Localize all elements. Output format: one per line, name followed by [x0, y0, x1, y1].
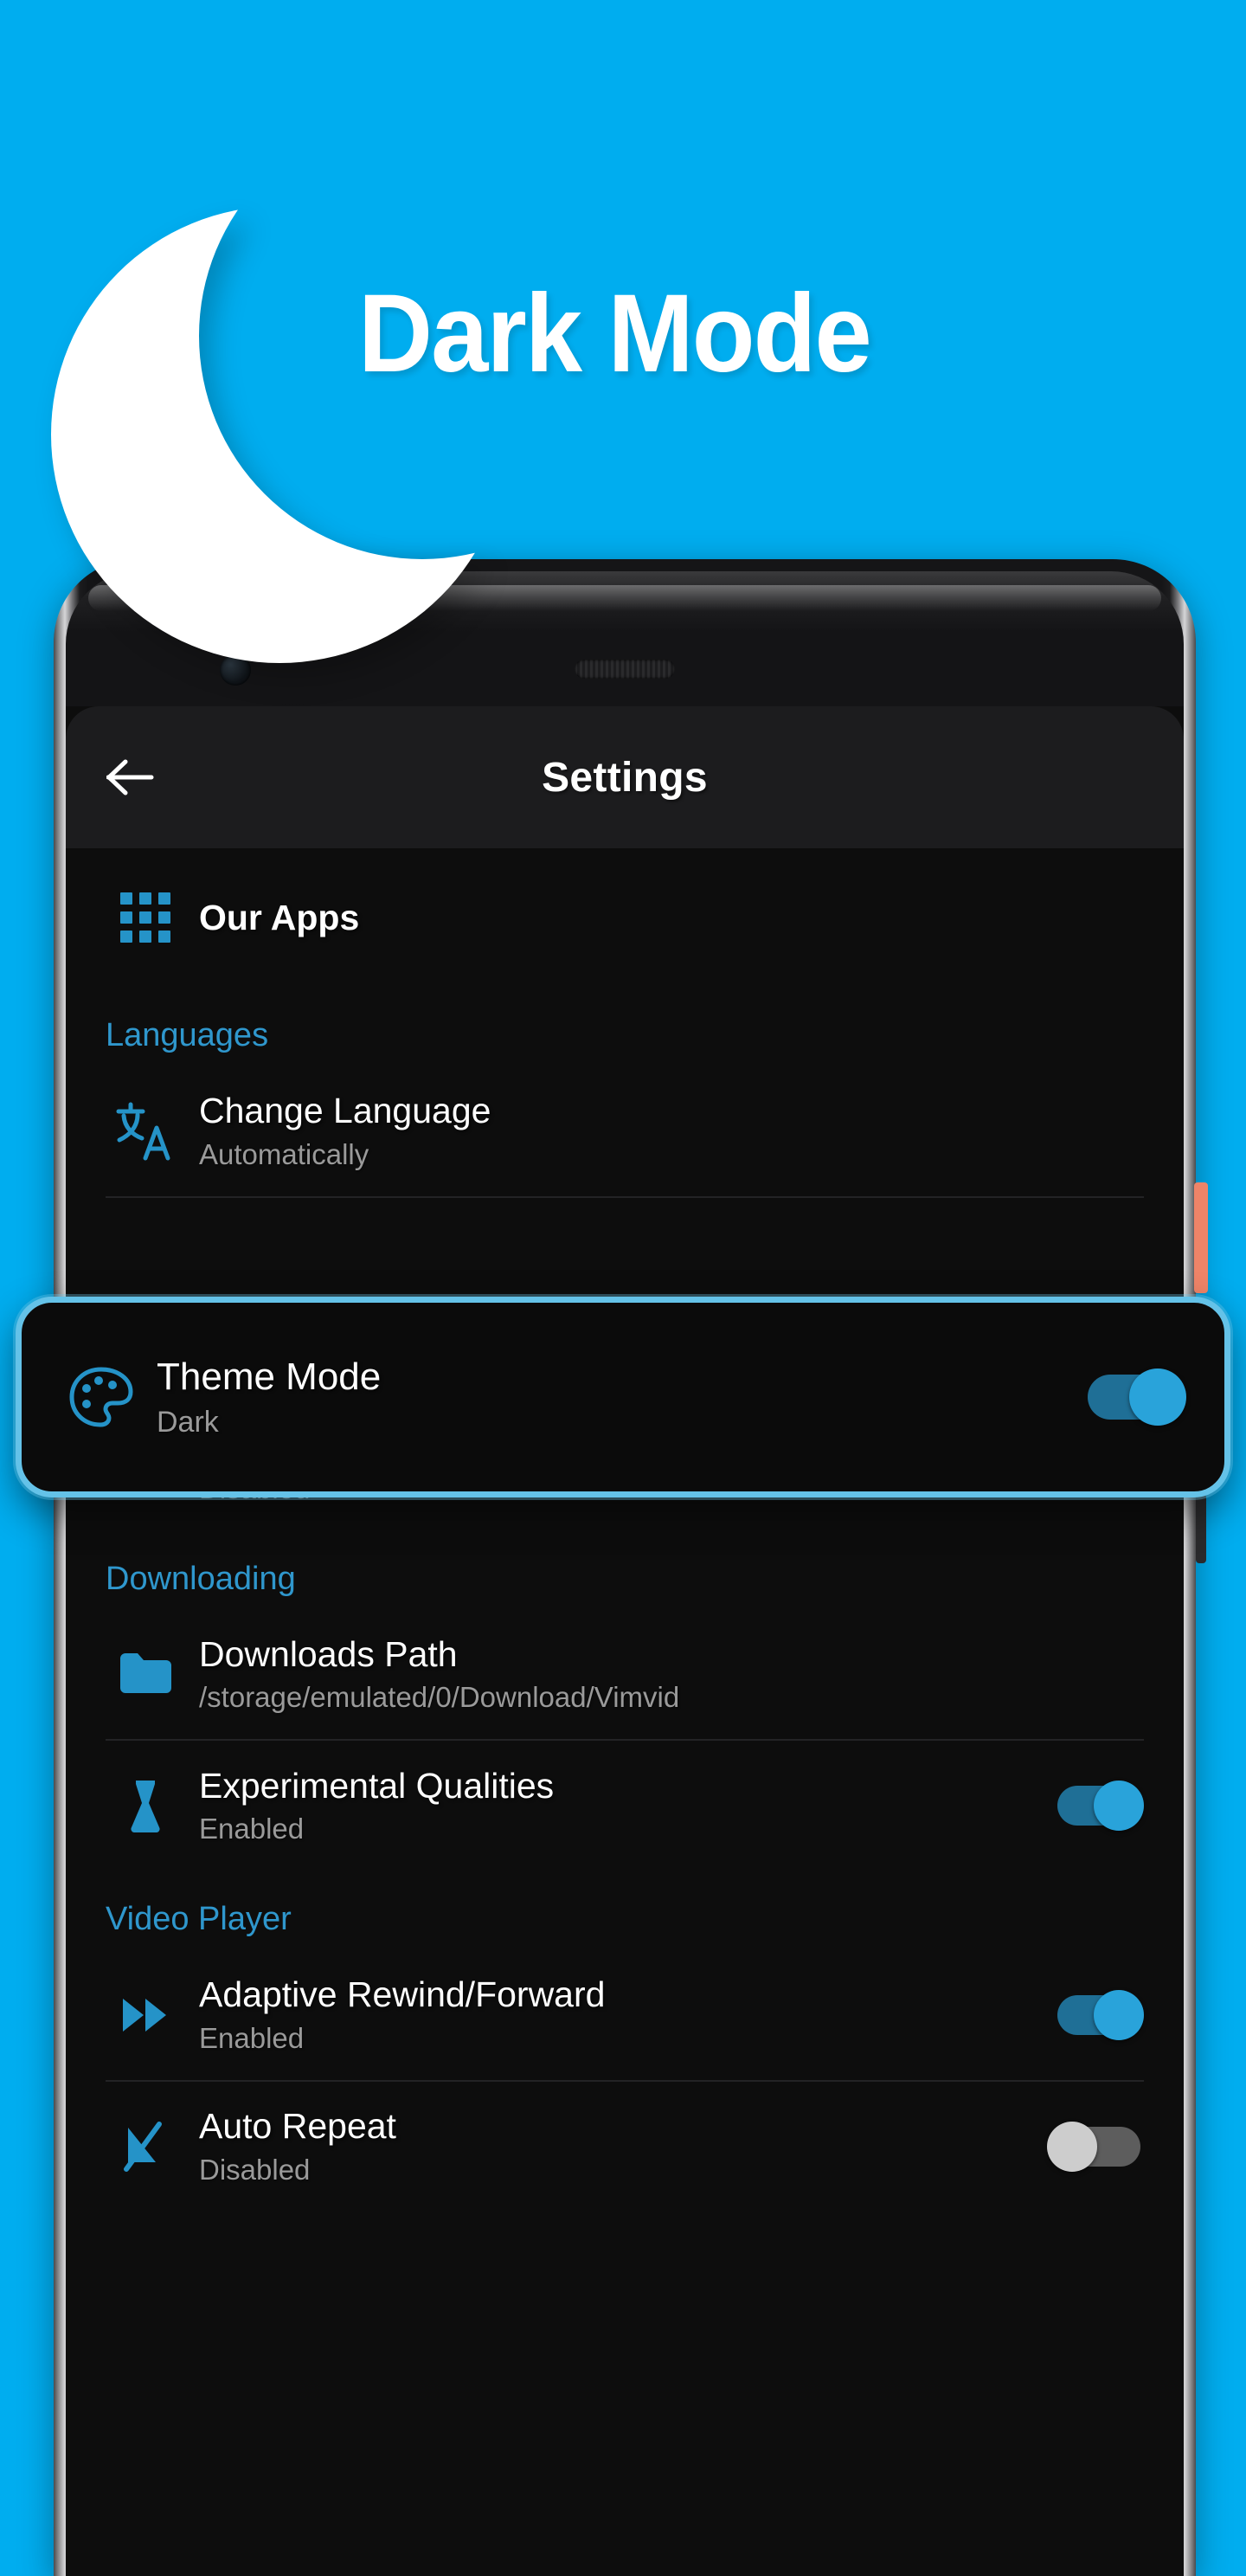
app-bar: Settings	[66, 706, 1184, 848]
toggle-theme-mode[interactable]	[1076, 1368, 1186, 1426]
toggle-adaptive-rewind[interactable]	[1047, 1989, 1144, 2040]
settings-row-experimental-qualities[interactable]: Experimental Qualities Enabled	[66, 1741, 1184, 1871]
section-header-languages: Languages	[106, 1017, 269, 1053]
settings-list: Our Apps Languages Change Language Autom…	[66, 848, 1184, 2212]
card-subtitle: Dark	[157, 1405, 219, 1439]
settings-row-change-language[interactable]: Change Language Automatically	[66, 1066, 1184, 1196]
volume-button[interactable]	[1196, 1494, 1206, 1563]
power-button[interactable]	[1194, 1182, 1208, 1293]
phone-mockup: Settings Our Apps Languages Change Langu…	[54, 559, 1208, 2576]
fast-forward-icon	[106, 1993, 185, 2037]
row-title: Downloads Path	[199, 1633, 458, 1674]
earpiece-speaker	[575, 660, 675, 679]
app-screen: Settings Our Apps Languages Change Langu…	[66, 706, 1184, 2576]
toggle-experimental-qualities[interactable]	[1047, 1781, 1144, 1832]
card-title: Theme Mode	[157, 1356, 382, 1399]
row-subtitle: Enabled	[199, 1813, 305, 1845]
section-header-downloading: Downloading	[106, 1560, 296, 1597]
row-subtitle: Enabled	[199, 2021, 305, 2054]
row-title: Experimental Qualities	[199, 1765, 555, 1806]
flask-icon	[106, 1775, 185, 1836]
apps-grid-icon	[106, 892, 185, 943]
app-bar-title: Settings	[542, 754, 708, 801]
row-title: Our Apps	[199, 897, 360, 937]
phone-screen-bezel: Settings Our Apps Languages Change Langu…	[66, 571, 1184, 2576]
translate-icon	[106, 1099, 185, 1163]
row-subtitle: Disabled	[199, 2153, 311, 2186]
row-title: Auto Repeat	[199, 2106, 396, 2147]
settings-row-downloads-path[interactable]: Downloads Path /storage/emulated/0/Downl…	[66, 1609, 1184, 1739]
settings-row-auto-repeat[interactable]: Auto Repeat Disabled	[66, 2082, 1184, 2212]
settings-row-our-apps[interactable]: Our Apps	[66, 848, 1184, 987]
repeat-slash-icon	[106, 2119, 185, 2174]
row-subtitle: /storage/emulated/0/Download/Vimvid	[199, 1681, 680, 1714]
row-title: Change Language	[199, 1091, 491, 1131]
section-header-video-player: Video Player	[106, 1901, 292, 1938]
row-title: Adaptive Rewind/Forward	[199, 1974, 606, 2015]
highlighted-card-theme-mode[interactable]: Theme Mode Dark	[16, 1297, 1230, 1497]
toggle-auto-repeat[interactable]	[1047, 2121, 1144, 2172]
folder-icon	[106, 1648, 185, 1700]
page-title: Dark Mode	[358, 272, 872, 396]
row-subtitle: Automatically	[199, 1137, 369, 1170]
settings-row-adaptive-rewind[interactable]: Adaptive Rewind/Forward Enabled	[66, 1950, 1184, 2080]
palette-icon	[60, 1364, 143, 1430]
back-arrow-icon[interactable]	[106, 752, 156, 802]
